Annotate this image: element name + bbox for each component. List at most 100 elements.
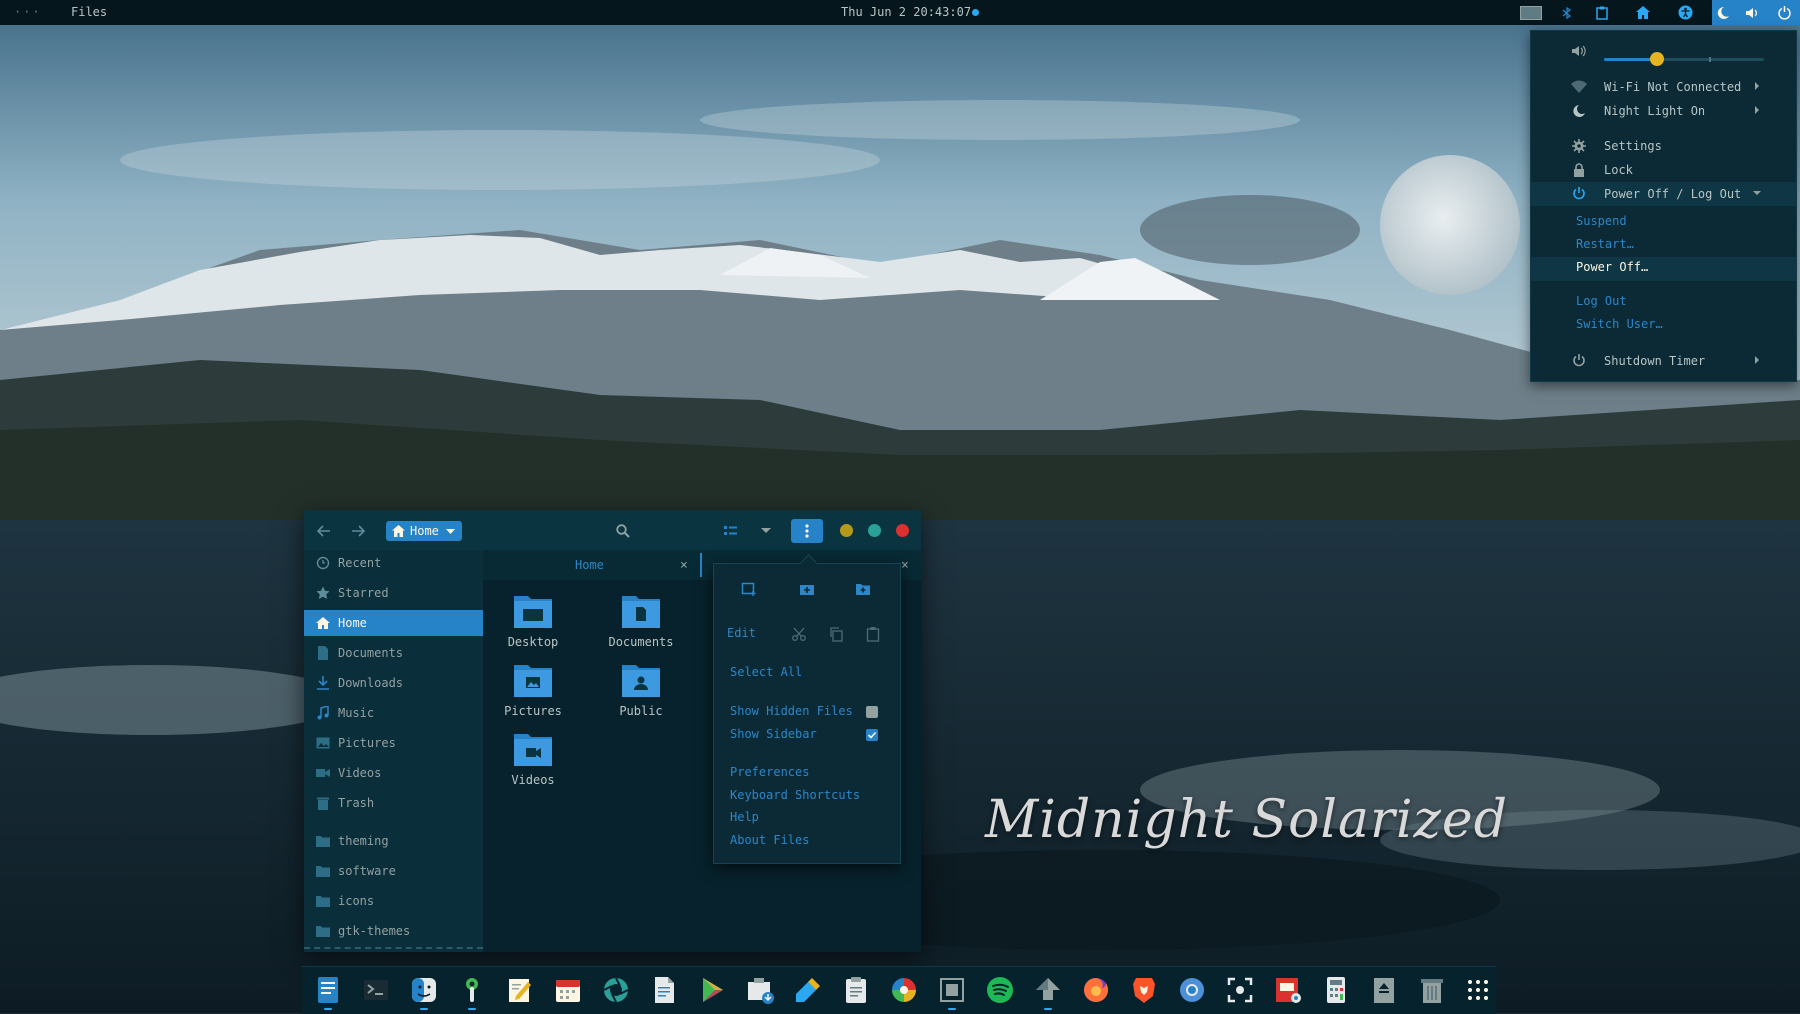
clipboard-indicator-icon[interactable] [1591, 0, 1613, 25]
calendar-icon[interactable] [552, 974, 584, 1006]
restart-item[interactable]: Restart… [1576, 237, 1634, 251]
sidebar-item-recent[interactable]: Recent [304, 550, 483, 576]
camera-aperture-icon[interactable] [600, 974, 632, 1006]
home-icon [316, 617, 330, 629]
color-picker-icon[interactable] [792, 974, 824, 1006]
suspend-item[interactable]: Suspend [1576, 214, 1627, 228]
sidebar-item-trash[interactable]: Trash [304, 790, 483, 816]
maximize-button[interactable] [868, 524, 881, 537]
new-tab-icon[interactable] [799, 581, 815, 597]
log-out-item[interactable]: Log Out [1576, 294, 1627, 308]
finder-icon[interactable] [408, 974, 440, 1006]
workspace-thumbnail-icon[interactable] [1516, 0, 1546, 25]
volume-slider[interactable] [1604, 52, 1764, 66]
select-all-item[interactable]: Select All [714, 663, 900, 683]
activities-dots[interactable]: ··· [14, 5, 42, 19]
switch-user-item[interactable]: Switch User… [1576, 317, 1663, 331]
search-button[interactable] [613, 521, 633, 541]
back-button[interactable] [314, 521, 334, 541]
trash-bin-icon[interactable] [1416, 974, 1448, 1006]
volume-slider-knob[interactable] [1649, 52, 1664, 66]
folder-icon [316, 866, 330, 877]
copy-icon[interactable] [828, 626, 844, 642]
sidebar-item-home[interactable]: Home [304, 610, 483, 636]
show-sidebar-item[interactable]: Show Sidebar [714, 725, 900, 745]
bluetooth-icon[interactable] [1557, 0, 1577, 25]
paste-icon[interactable] [865, 626, 881, 642]
lock-row[interactable]: Lock [1531, 158, 1796, 182]
folder-label: Pictures [504, 704, 562, 718]
folder-public[interactable]: Public [596, 662, 686, 726]
calculator-icon[interactable] [1320, 974, 1352, 1006]
main-menu-button[interactable] [791, 519, 823, 543]
app-menu-label[interactable]: Files [71, 5, 107, 19]
clock-label[interactable]: Thu Jun 2 20:43:07 [841, 5, 971, 19]
folder-pictures[interactable]: Pictures [488, 662, 578, 726]
screenshot-frame-icon[interactable] [936, 974, 968, 1006]
about-files-item[interactable]: About Files [714, 831, 900, 851]
view-options-button[interactable] [756, 521, 776, 541]
keyboard-shortcuts-item[interactable]: Keyboard Shortcuts [714, 786, 900, 806]
folder-desktop[interactable]: Desktop [488, 593, 578, 657]
tab-home[interactable]: Home × [483, 550, 700, 580]
sidebar-item-pictures[interactable]: Pictures [304, 730, 483, 756]
presentation-icon[interactable] [1272, 974, 1304, 1006]
brave-icon[interactable] [1128, 974, 1160, 1006]
lock-label: Lock [1604, 163, 1633, 177]
new-folder-icon[interactable] [855, 581, 871, 597]
play-store-icon[interactable] [696, 974, 728, 1006]
folder-documents[interactable]: Documents [596, 593, 686, 657]
sidebar-item-gtk-themes[interactable]: gtk-themes [304, 918, 483, 944]
chevron-down-icon [761, 528, 771, 533]
header-bar: Home [304, 510, 921, 550]
sidebar-item-music[interactable]: Music [304, 700, 483, 726]
home-indicator-icon[interactable] [1632, 0, 1654, 25]
sidebar-item-theming[interactable]: theming [304, 828, 483, 854]
new-window-icon[interactable] [741, 581, 757, 597]
forward-button[interactable] [348, 521, 368, 541]
spotify-icon[interactable] [984, 974, 1016, 1006]
sidebar-item-icons[interactable]: icons [304, 888, 483, 914]
text-editor-icon[interactable] [504, 974, 536, 1006]
show-hidden-files-checkbox[interactable] [866, 706, 878, 718]
settings-row[interactable]: Settings [1531, 134, 1796, 158]
system-status-area[interactable] [1712, 0, 1800, 25]
document-viewer-icon[interactable] [648, 974, 680, 1006]
shutdown-timer-row[interactable]: Shutdown Timer [1531, 349, 1796, 373]
power-off-logout-row[interactable]: Power Off / Log Out [1531, 182, 1796, 206]
sidebar-item-starred[interactable]: Starred [304, 580, 483, 606]
tab-close-button[interactable]: × [680, 558, 688, 573]
minimize-button[interactable] [840, 524, 853, 537]
files-icon[interactable] [312, 974, 344, 1006]
sidebar-item-videos[interactable]: Videos [304, 760, 483, 786]
sidebar-item-software[interactable]: software [304, 858, 483, 884]
terminal-icon[interactable] [360, 974, 392, 1006]
clipboard-icon[interactable] [840, 974, 872, 1006]
wifi-row[interactable]: Wi-Fi Not Connected [1531, 75, 1796, 99]
accessibility-icon[interactable] [1674, 0, 1696, 25]
show-hidden-files-item[interactable]: Show Hidden Files [714, 702, 900, 722]
tweaks-icon[interactable] [456, 974, 488, 1006]
preferences-item[interactable]: Preferences [714, 763, 900, 783]
chromium-icon[interactable] [1176, 974, 1208, 1006]
tab-close-button[interactable]: × [901, 558, 909, 573]
app-grid-icon[interactable] [1462, 974, 1494, 1006]
screenshot-icon[interactable] [1224, 974, 1256, 1006]
color-wheel-icon[interactable] [888, 974, 920, 1006]
breadcrumb-home[interactable]: Home [386, 521, 462, 541]
night-light-row[interactable]: Night Light On [1531, 99, 1796, 123]
upload-icon[interactable] [1032, 974, 1064, 1006]
power-off-item[interactable]: Power Off… [1576, 260, 1648, 274]
archive-icon[interactable] [1368, 974, 1400, 1006]
folder-videos[interactable]: Videos [488, 731, 578, 795]
show-sidebar-checkbox[interactable] [866, 729, 878, 741]
help-item[interactable]: Help [714, 808, 900, 828]
package-installer-icon[interactable] [744, 974, 776, 1006]
sidebar-item-documents[interactable]: Documents [304, 640, 483, 666]
cut-icon[interactable] [791, 626, 807, 642]
close-button[interactable] [896, 524, 909, 537]
folder-label: Public [619, 704, 663, 718]
view-list-button[interactable] [720, 521, 740, 541]
sidebar-item-downloads[interactable]: Downloads [304, 670, 483, 696]
firefox-icon[interactable] [1080, 974, 1112, 1006]
